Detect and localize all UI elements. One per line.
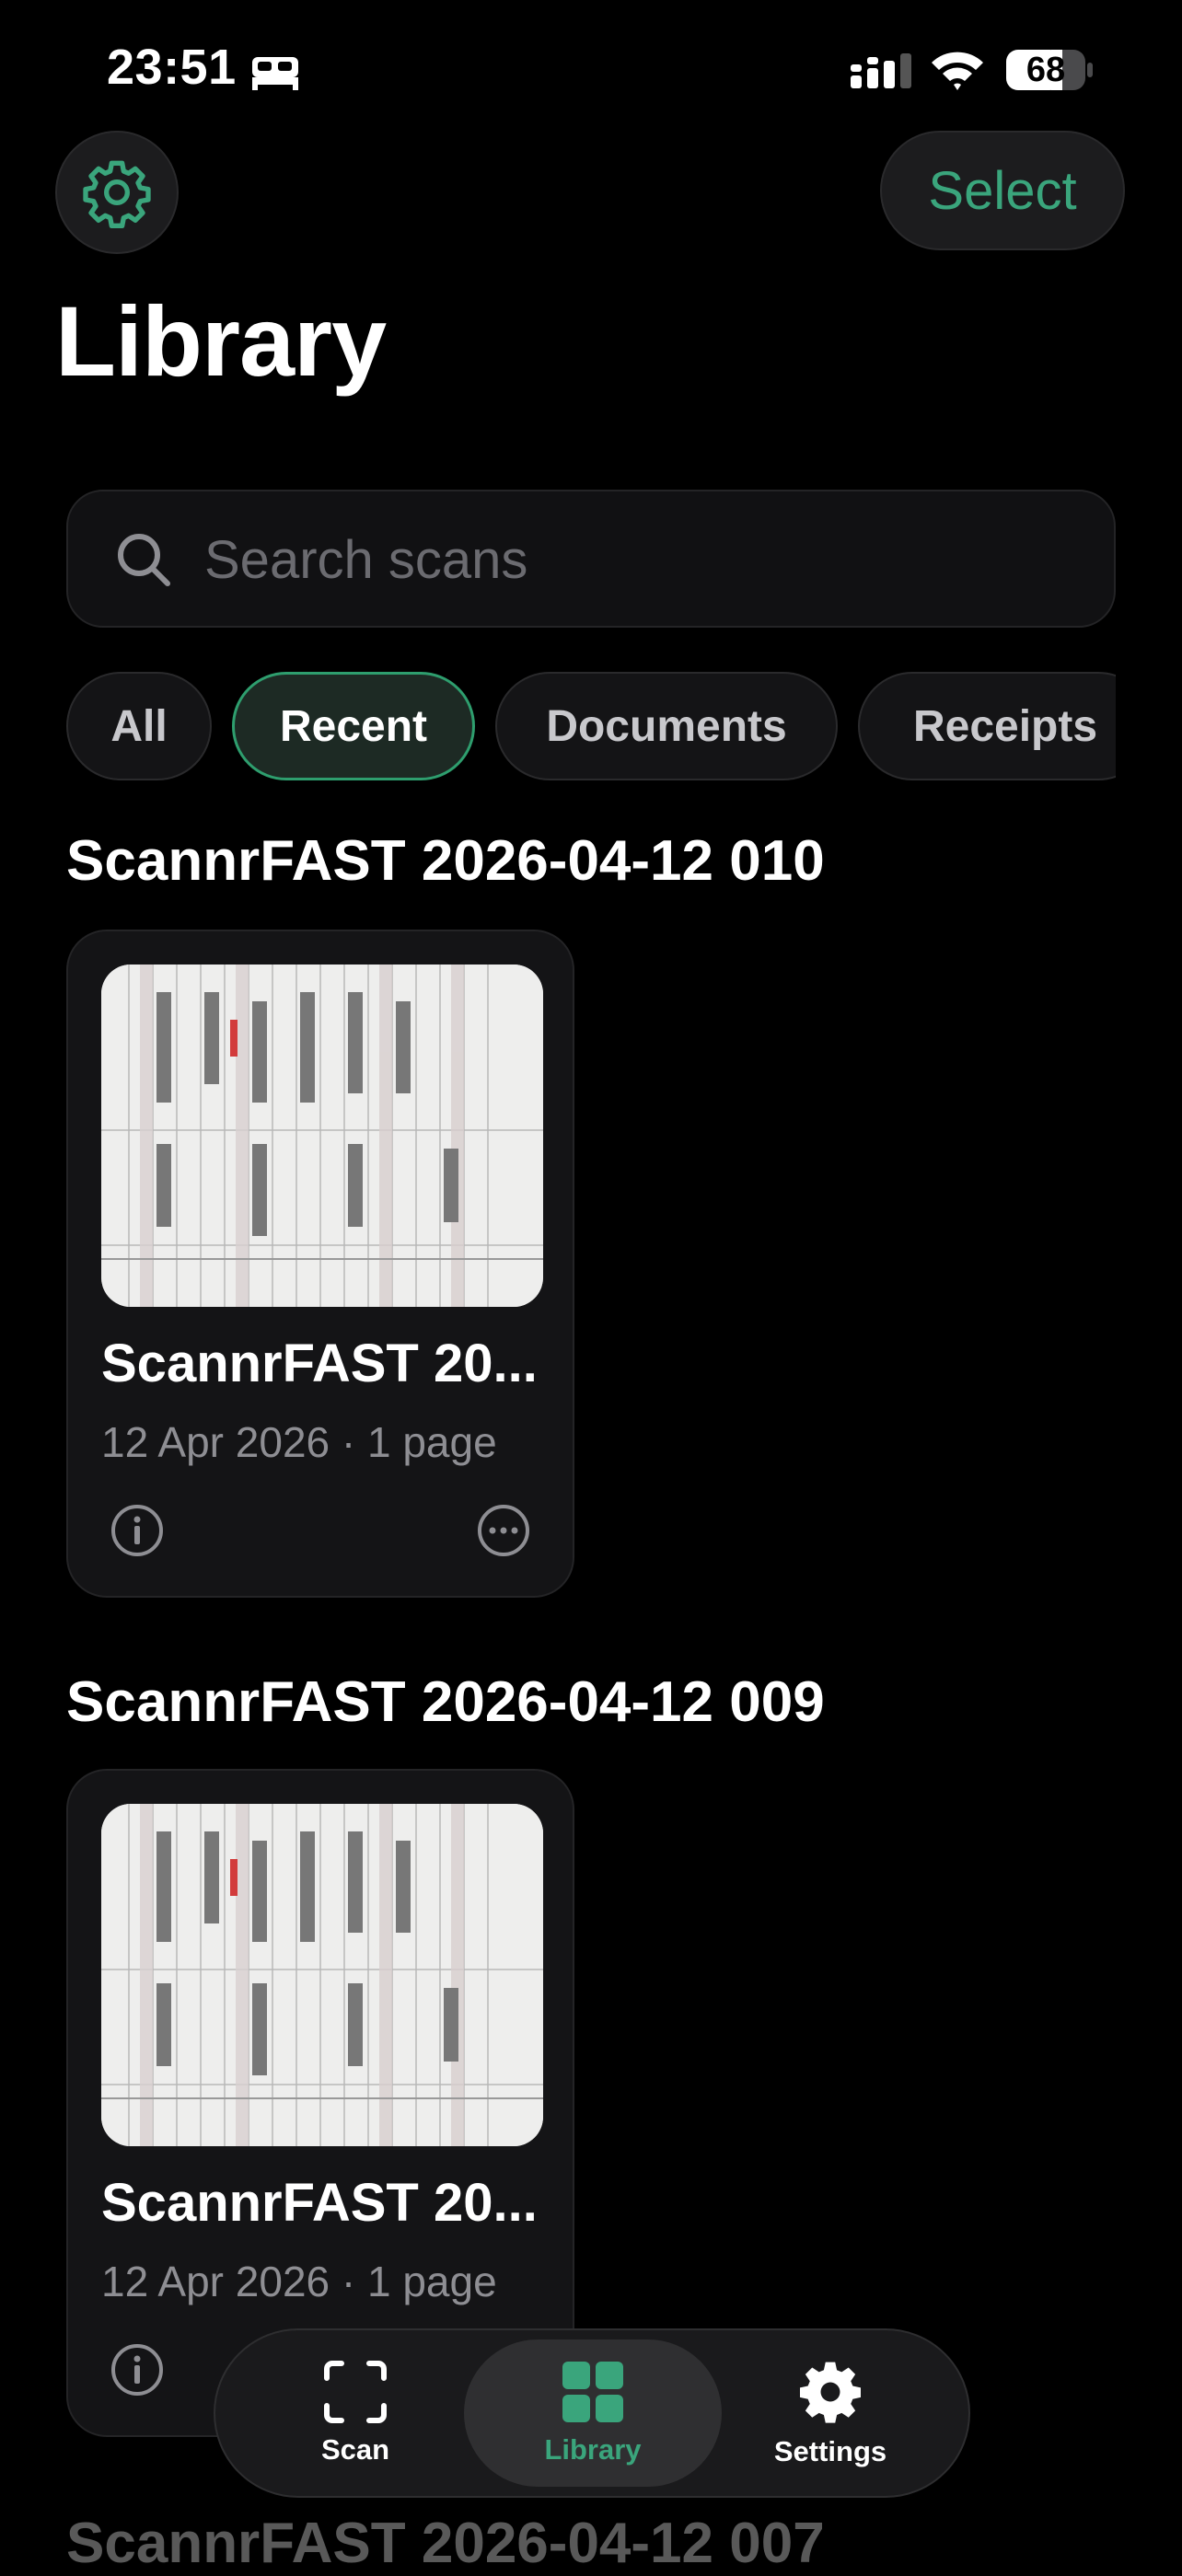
tab-scan[interactable]: Scan bbox=[226, 2339, 484, 2487]
select-button[interactable]: Select bbox=[880, 131, 1125, 250]
scan-name: ScannrFAST 20... bbox=[101, 2173, 538, 2233]
tab-label: Scan bbox=[320, 2433, 390, 2466]
scan-card[interactable]: ScannrFAST 20... 12 Apr 2026 · 1 page bbox=[66, 930, 574, 1598]
wifi-icon bbox=[932, 52, 983, 90]
scan-name: ScannrFAST 20... bbox=[101, 1334, 538, 1393]
section-title: ScannrFAST 2026-04-12 009 bbox=[66, 1670, 825, 1734]
tab-bar: Scan Library Settings bbox=[214, 2328, 970, 2498]
tab-library[interactable]: Library bbox=[464, 2339, 722, 2487]
scan-meta: 12 Apr 2026 · 1 page bbox=[101, 1418, 497, 1466]
gear-icon bbox=[83, 160, 151, 228]
status-time: 23:51 bbox=[107, 40, 237, 95]
page-title: Library bbox=[55, 285, 387, 397]
section-title: ScannrFAST 2026-04-12 010 bbox=[66, 829, 825, 893]
info-icon[interactable] bbox=[110, 2343, 164, 2397]
search-input[interactable] bbox=[203, 491, 1081, 628]
scan-meta: 12 Apr 2026 · 1 page bbox=[101, 2258, 497, 2305]
filter-chips: All Recent Documents Receipts bbox=[66, 672, 1116, 784]
cellular-signal-icon bbox=[851, 53, 911, 88]
tab-settings[interactable]: Settings bbox=[701, 2339, 959, 2487]
tab-label: Settings bbox=[773, 2435, 887, 2467]
filter-chip-recent[interactable]: Recent bbox=[232, 672, 475, 780]
info-icon[interactable] bbox=[110, 1504, 164, 1557]
sleep-focus-icon bbox=[252, 57, 298, 90]
scan-thumbnail[interactable] bbox=[101, 1804, 543, 2146]
filter-chip-documents[interactable]: Documents bbox=[495, 672, 838, 780]
scan-icon bbox=[324, 2361, 387, 2423]
scan-thumbnail[interactable] bbox=[101, 965, 543, 1307]
search-icon bbox=[118, 534, 170, 586]
more-options-icon[interactable] bbox=[477, 1504, 530, 1557]
battery-indicator: 68 bbox=[1005, 48, 1094, 92]
filter-chip-all[interactable]: All bbox=[66, 672, 212, 780]
settings-button[interactable] bbox=[55, 131, 179, 254]
filter-chip-receipts[interactable]: Receipts bbox=[858, 672, 1116, 780]
search-bar[interactable] bbox=[66, 490, 1116, 628]
section-title: ScannrFAST 2026-04-12 007 bbox=[66, 2512, 825, 2575]
grid-icon bbox=[562, 2362, 623, 2422]
tab-label: Library bbox=[544, 2433, 642, 2466]
gear-icon bbox=[800, 2362, 861, 2423]
battery-percentage: 68 bbox=[1026, 50, 1066, 89]
